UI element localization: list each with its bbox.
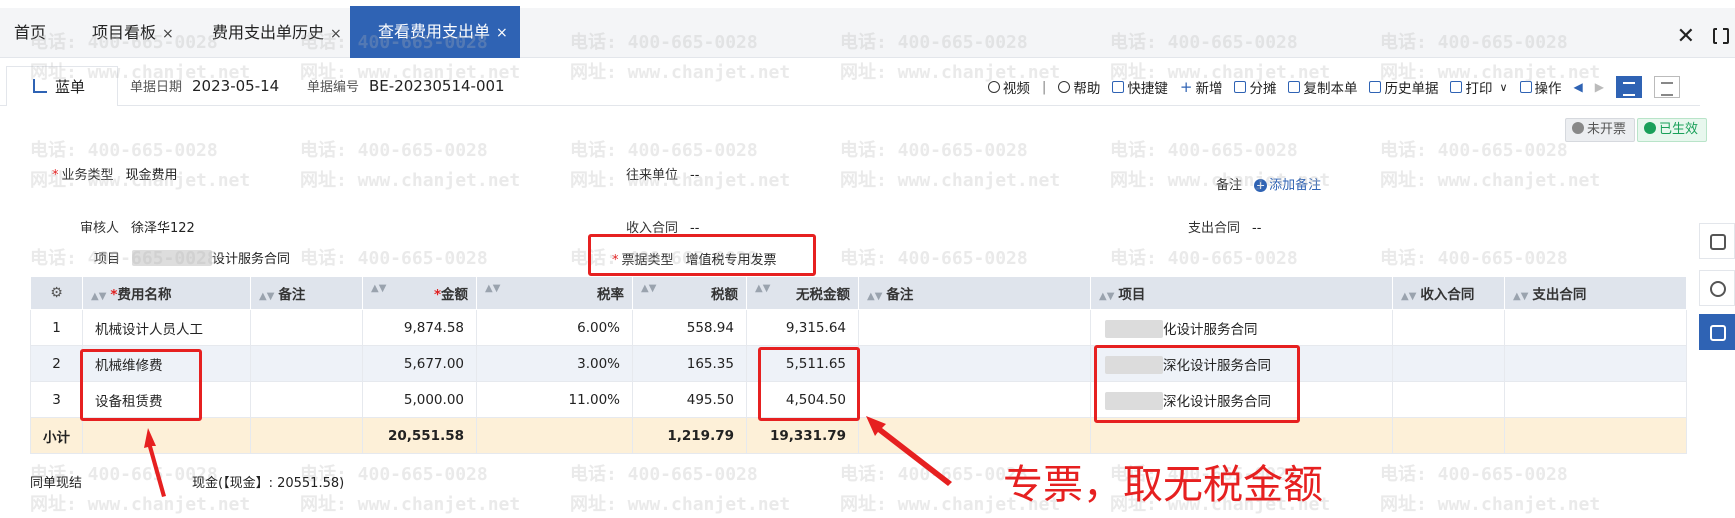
arrow-left-icon	[866, 416, 952, 486]
annotation-text: 专票，取无税金额	[1003, 462, 1323, 508]
annotation-arrows	[144, 416, 952, 497]
arrow-up-icon	[144, 428, 166, 497]
